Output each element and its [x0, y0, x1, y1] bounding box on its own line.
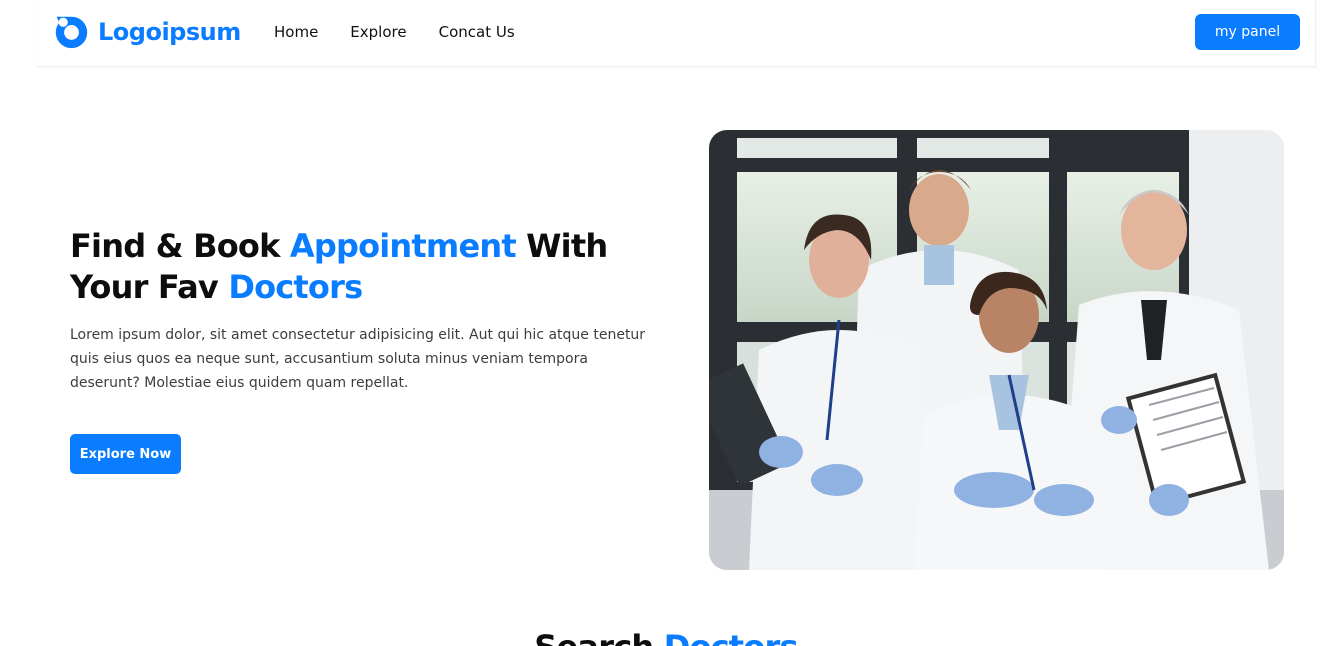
nav-link-home[interactable]: Home	[274, 22, 318, 42]
hero-title-accent1: Appointment	[289, 227, 517, 265]
hero-title-accent2: Doctors	[228, 268, 363, 306]
section-heading-part1: Search	[534, 628, 663, 646]
search-doctors-heading: Search Doctors	[0, 628, 1332, 646]
explore-now-button[interactable]: Explore Now	[70, 434, 181, 474]
logo-ring-icon	[55, 16, 88, 49]
section-heading-accent: Doctors	[664, 628, 799, 646]
navbar: Logoipsum Home Explore Concat Us my pane…	[38, 0, 1316, 67]
hero-description: Lorem ipsum dolor, sit amet consectetur …	[70, 327, 646, 391]
nav-link-explore[interactable]: Explore	[350, 22, 406, 42]
brand-name: Logoipsum	[98, 17, 241, 46]
hero-title-part1: Find & Book	[70, 227, 290, 265]
my-panel-button[interactable]: my panel	[1195, 14, 1300, 50]
hero-title: Find & Book Appointment With Your Fav Do…	[70, 226, 630, 308]
brand-logo[interactable]: Logoipsum	[53, 13, 241, 50]
nav-link-contact[interactable]: Concat Us	[439, 22, 515, 42]
main-nav: Home Explore Concat Us	[274, 22, 547, 42]
hero-doctors-image	[709, 130, 1284, 570]
team-of-doctors-photo	[709, 130, 1284, 570]
